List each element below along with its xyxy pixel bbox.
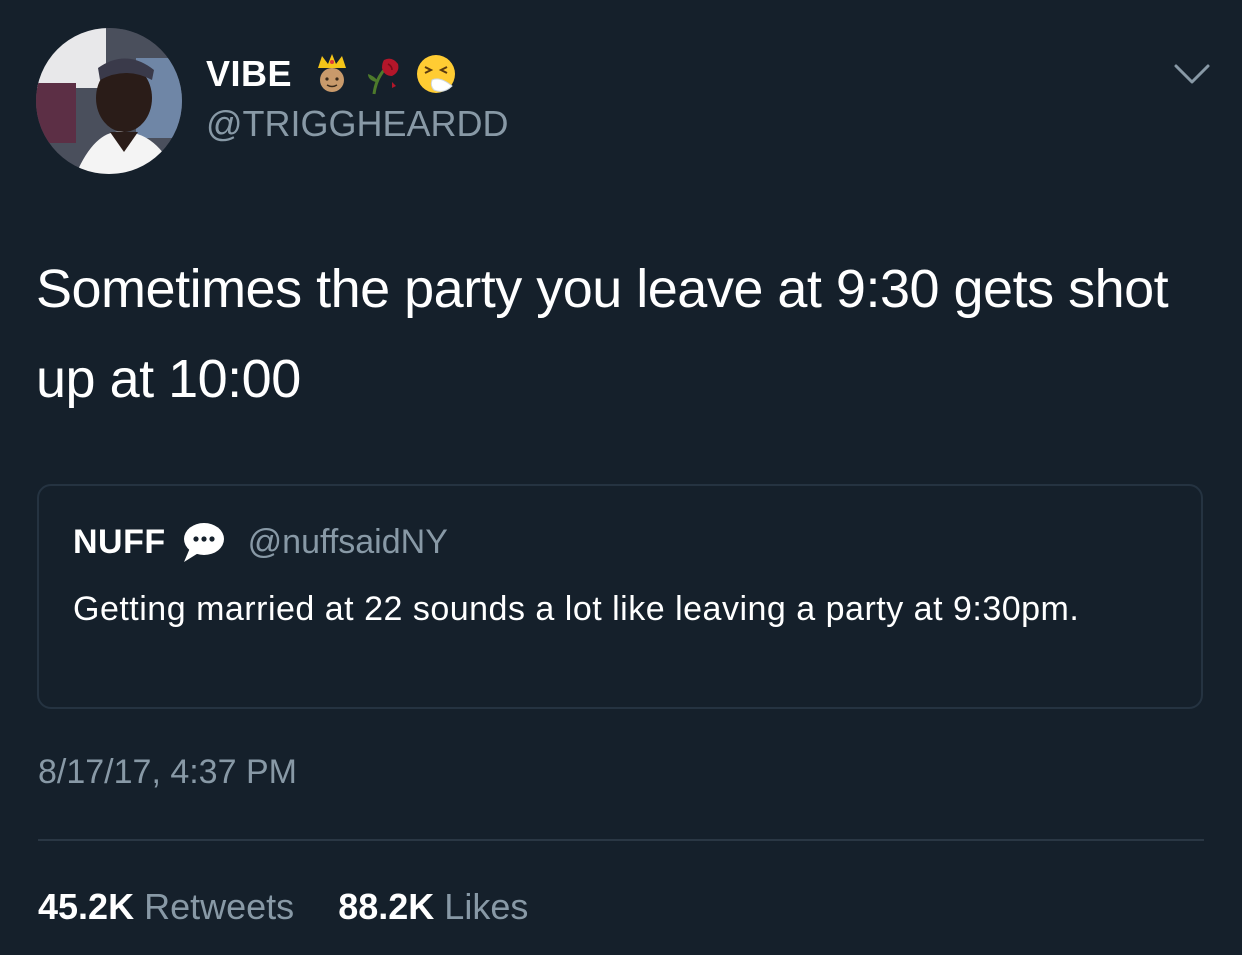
- retweets-label: Retweets: [144, 886, 295, 927]
- likes-stat[interactable]: 88.2K Likes: [338, 886, 528, 927]
- quoted-handle: @nuffsaidNY: [247, 522, 448, 561]
- tweet-timestamp[interactable]: 8/17/17, 4:37 PM: [38, 752, 297, 792]
- author-display-name[interactable]: VIBE: [206, 54, 292, 94]
- quoted-display-name: NUFF: [73, 522, 166, 561]
- retweets-stat[interactable]: 45.2K Retweets: [38, 886, 304, 927]
- likes-count: 88.2K: [338, 886, 435, 927]
- tweet-container: VIBE @TRIGGHEARDD Sometimes the party yo…: [0, 0, 1242, 955]
- author-handle[interactable]: @TRIGGHEARDD: [206, 104, 509, 144]
- author-name-row: VIBE: [206, 52, 458, 96]
- retweets-count: 45.2K: [38, 886, 135, 927]
- divider: [38, 839, 1204, 841]
- likes-label: Likes: [444, 886, 529, 927]
- tweet-stats: 45.2K Retweets 88.2K Likes: [38, 886, 528, 928]
- avatar[interactable]: [36, 28, 182, 174]
- speech-bubble-icon: [180, 520, 226, 564]
- sneezing-face-emoji-icon: [417, 55, 456, 93]
- quoted-tweet-card[interactable]: NUFF @nuffsaidNY Getting married at 22 s…: [37, 484, 1203, 709]
- quoted-tweet-text: Getting married at 22 sounds a lot like …: [73, 590, 1080, 628]
- author-emojis: [310, 52, 458, 96]
- chevron-down-icon[interactable]: [1172, 62, 1212, 88]
- quoted-tweet-header: NUFF @nuffsaidNY: [73, 520, 448, 564]
- wilted-rose-emoji-icon: [368, 58, 399, 95]
- prince-emoji-icon: [318, 54, 347, 92]
- tweet-text: Sometimes the party you leave at 9:30 ge…: [36, 259, 1169, 409]
